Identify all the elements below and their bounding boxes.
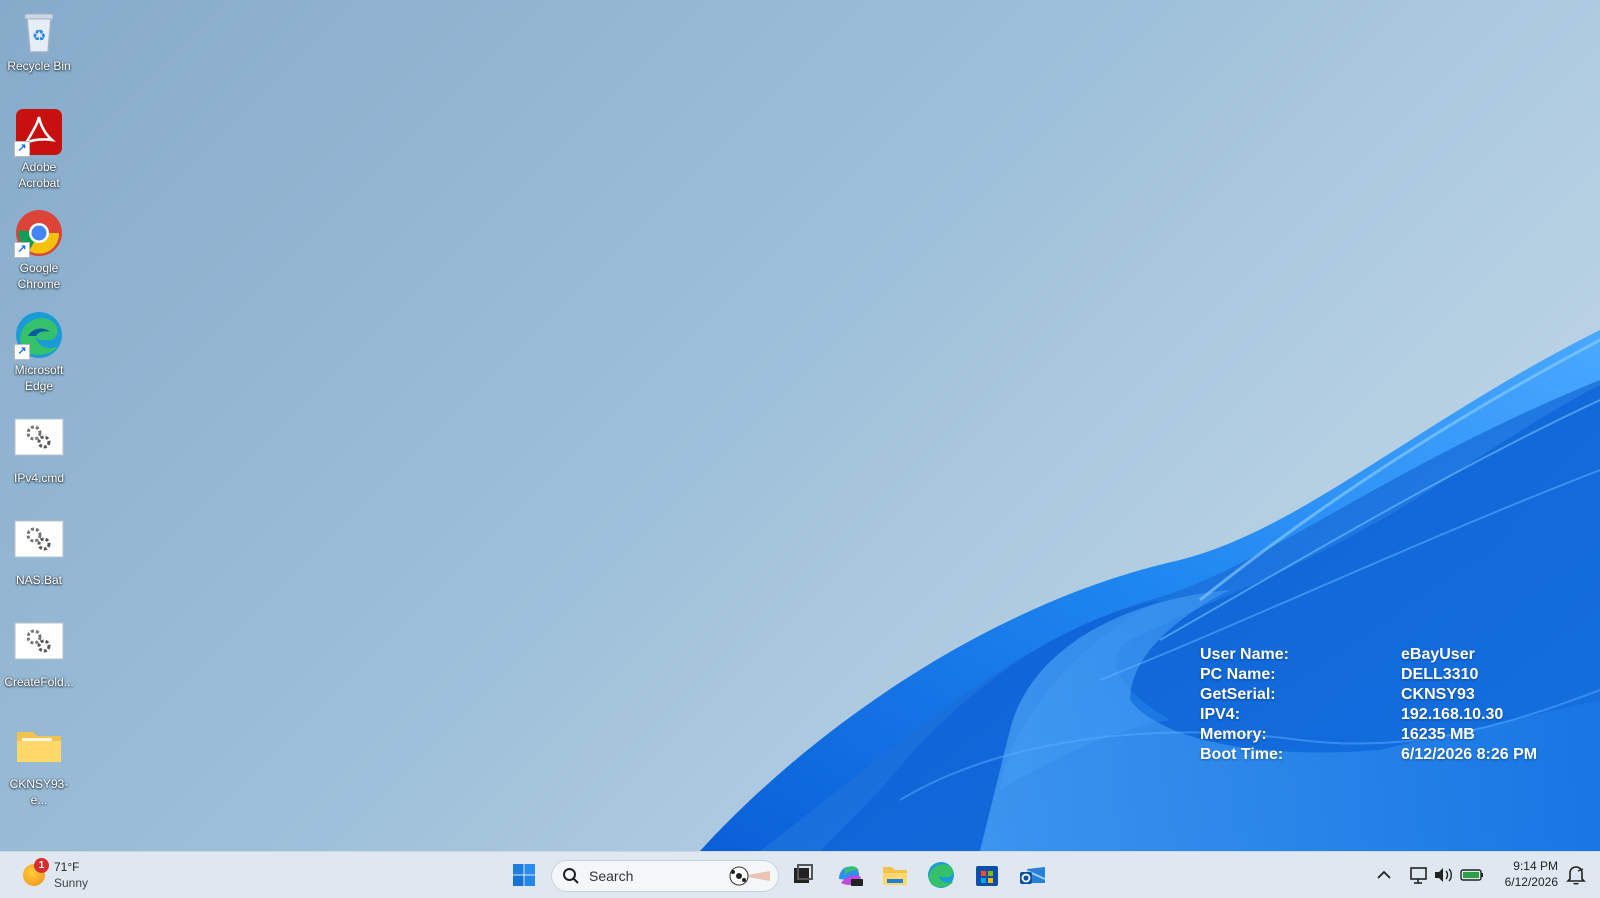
sysinfo-row-memory: Memory: 16235 MB (1200, 725, 1580, 745)
folder-icon (14, 724, 64, 774)
bat-file-icon (14, 622, 64, 672)
network-icon (1410, 867, 1427, 884)
sysinfo-key: GetSerial: (1200, 686, 1276, 703)
desktop-icon-label: CKNSY93-e... (9, 777, 69, 807)
outlook-button[interactable] (1015, 857, 1051, 893)
m365-copilot-button[interactable] (831, 857, 867, 893)
sysinfo-row-pc-name: PC Name: DELL3310 (1200, 665, 1580, 685)
recycle-bin-icon: ♻ (14, 6, 64, 56)
cmd-file-icon (14, 418, 64, 468)
sysinfo-key: Memory: (1200, 726, 1267, 743)
desktop-icon-nas-bat[interactable]: NAS.Bat (2, 520, 76, 588)
weather-widget[interactable]: 1 71°F Sunny (20, 858, 140, 894)
sysinfo-value: 192.168.10.30 (1401, 706, 1504, 723)
desktop-icon-label: Microsoft Edge (14, 363, 64, 393)
battery-icon (1460, 869, 1483, 881)
desktop[interactable]: ♻ Recycle Bin ↗ Adobe Acrobat ↗ Google C… (0, 0, 1600, 851)
desktop-icon-label: Recycle Bin (7, 59, 71, 73)
shortcut-arrow-icon: ↗ (14, 242, 30, 258)
network-status-button[interactable] (1408, 857, 1432, 893)
desktop-icon-ipv4-cmd[interactable]: IPv4.cmd (2, 418, 76, 486)
weather-temperature: 71°F (54, 860, 80, 874)
search-icon (563, 868, 579, 884)
sysinfo-row-ipv4: IPV4: 192.168.10.30 (1200, 705, 1580, 725)
start-button[interactable] (506, 857, 542, 893)
search-placeholder: Search (589, 868, 634, 884)
edge-taskbar-button[interactable] (923, 857, 959, 893)
taskbar: 1 71°F Sunny Search 9:14 PM 6/12/2026 (0, 851, 1600, 898)
bat-file-icon (14, 520, 64, 570)
notification-badge: 1 (34, 858, 49, 873)
sysinfo-row-boot-time: Boot Time: 6/12/2026 8:26 PM (1200, 745, 1580, 765)
shortcut-arrow-icon: ↗ (14, 344, 30, 360)
sysinfo-key: User Name: (1200, 646, 1289, 663)
desktop-icon-cknsy93-folder[interactable]: CKNSY93-e... (2, 724, 76, 808)
desktop-icon-microsoft-edge[interactable]: ↗ Microsoft Edge (2, 310, 76, 394)
adobe-acrobat-icon: ↗ (14, 107, 64, 157)
show-hidden-icons-button[interactable] (1372, 857, 1396, 893)
m365-copilot-icon (839, 866, 863, 886)
microsoft-store-icon (976, 866, 998, 886)
sysinfo-key: Boot Time: (1200, 746, 1284, 763)
task-view-icon (794, 864, 813, 883)
desktop-icon-google-chrome[interactable]: ↗ Google Chrome (2, 208, 76, 292)
desktop-icon-label: IPv4.cmd (13, 471, 64, 485)
sysinfo-value: CKNSY93 (1401, 686, 1475, 703)
sysinfo-key: PC Name: (1200, 666, 1276, 683)
soccer-ball-icon (729, 866, 770, 886)
desktop-icon-recycle-bin[interactable]: ♻ Recycle Bin (2, 6, 76, 74)
sysinfo-value: DELL3310 (1401, 666, 1479, 683)
task-view-button[interactable] (784, 857, 820, 893)
clock[interactable]: 9:14 PM 6/12/2026 (1505, 858, 1558, 890)
sysinfo-value: eBayUser (1401, 646, 1475, 663)
file-explorer-button[interactable] (877, 857, 913, 893)
sysinfo-value: 16235 MB (1401, 726, 1475, 743)
sysinfo-row-user-name: User Name: eBayUser (1200, 645, 1580, 665)
desktop-icon-adobe-acrobat[interactable]: ↗ Adobe Acrobat (2, 107, 76, 191)
file-explorer-icon (883, 867, 907, 885)
clock-date: 6/12/2026 (1504, 875, 1558, 889)
sysinfo-row-serial: GetSerial: CKNSY93 (1200, 685, 1580, 705)
weather-condition: Sunny (54, 876, 89, 890)
outlook-icon (1020, 867, 1046, 884)
edge-icon: ↗ (14, 310, 64, 360)
clock-time: 9:14 PM (1513, 859, 1558, 873)
sysinfo-key: IPV4: (1200, 706, 1241, 723)
svg-text:♻: ♻ (32, 26, 46, 45)
chrome-icon: ↗ (14, 208, 64, 258)
desktop-icon-label: Adobe Acrobat (18, 160, 60, 190)
microsoft-store-button[interactable] (969, 857, 1005, 893)
chevron-up-icon (1377, 870, 1391, 879)
shortcut-arrow-icon: ↗ (14, 141, 30, 157)
volume-icon (1435, 868, 1452, 882)
battery-button[interactable] (1458, 857, 1486, 893)
volume-button[interactable] (1432, 857, 1456, 893)
edge-icon (928, 862, 954, 888)
desktop-icon-label: Google Chrome (17, 261, 61, 291)
sysinfo-value: 6/12/2026 8:26 PM (1401, 746, 1538, 763)
notification-center-button[interactable] (1564, 857, 1588, 893)
notification-bell-icon (1566, 866, 1586, 885)
desktop-icon-label: CreateFold... (4, 675, 74, 689)
taskbar-search-box[interactable]: Search (551, 860, 779, 892)
system-info-overlay: User Name: eBayUser PC Name: DELL3310 Ge… (1200, 645, 1580, 765)
start-icon (513, 864, 535, 886)
desktop-icon-createfolder[interactable]: CreateFold... (2, 622, 76, 690)
desktop-icon-label: NAS.Bat (15, 573, 63, 587)
